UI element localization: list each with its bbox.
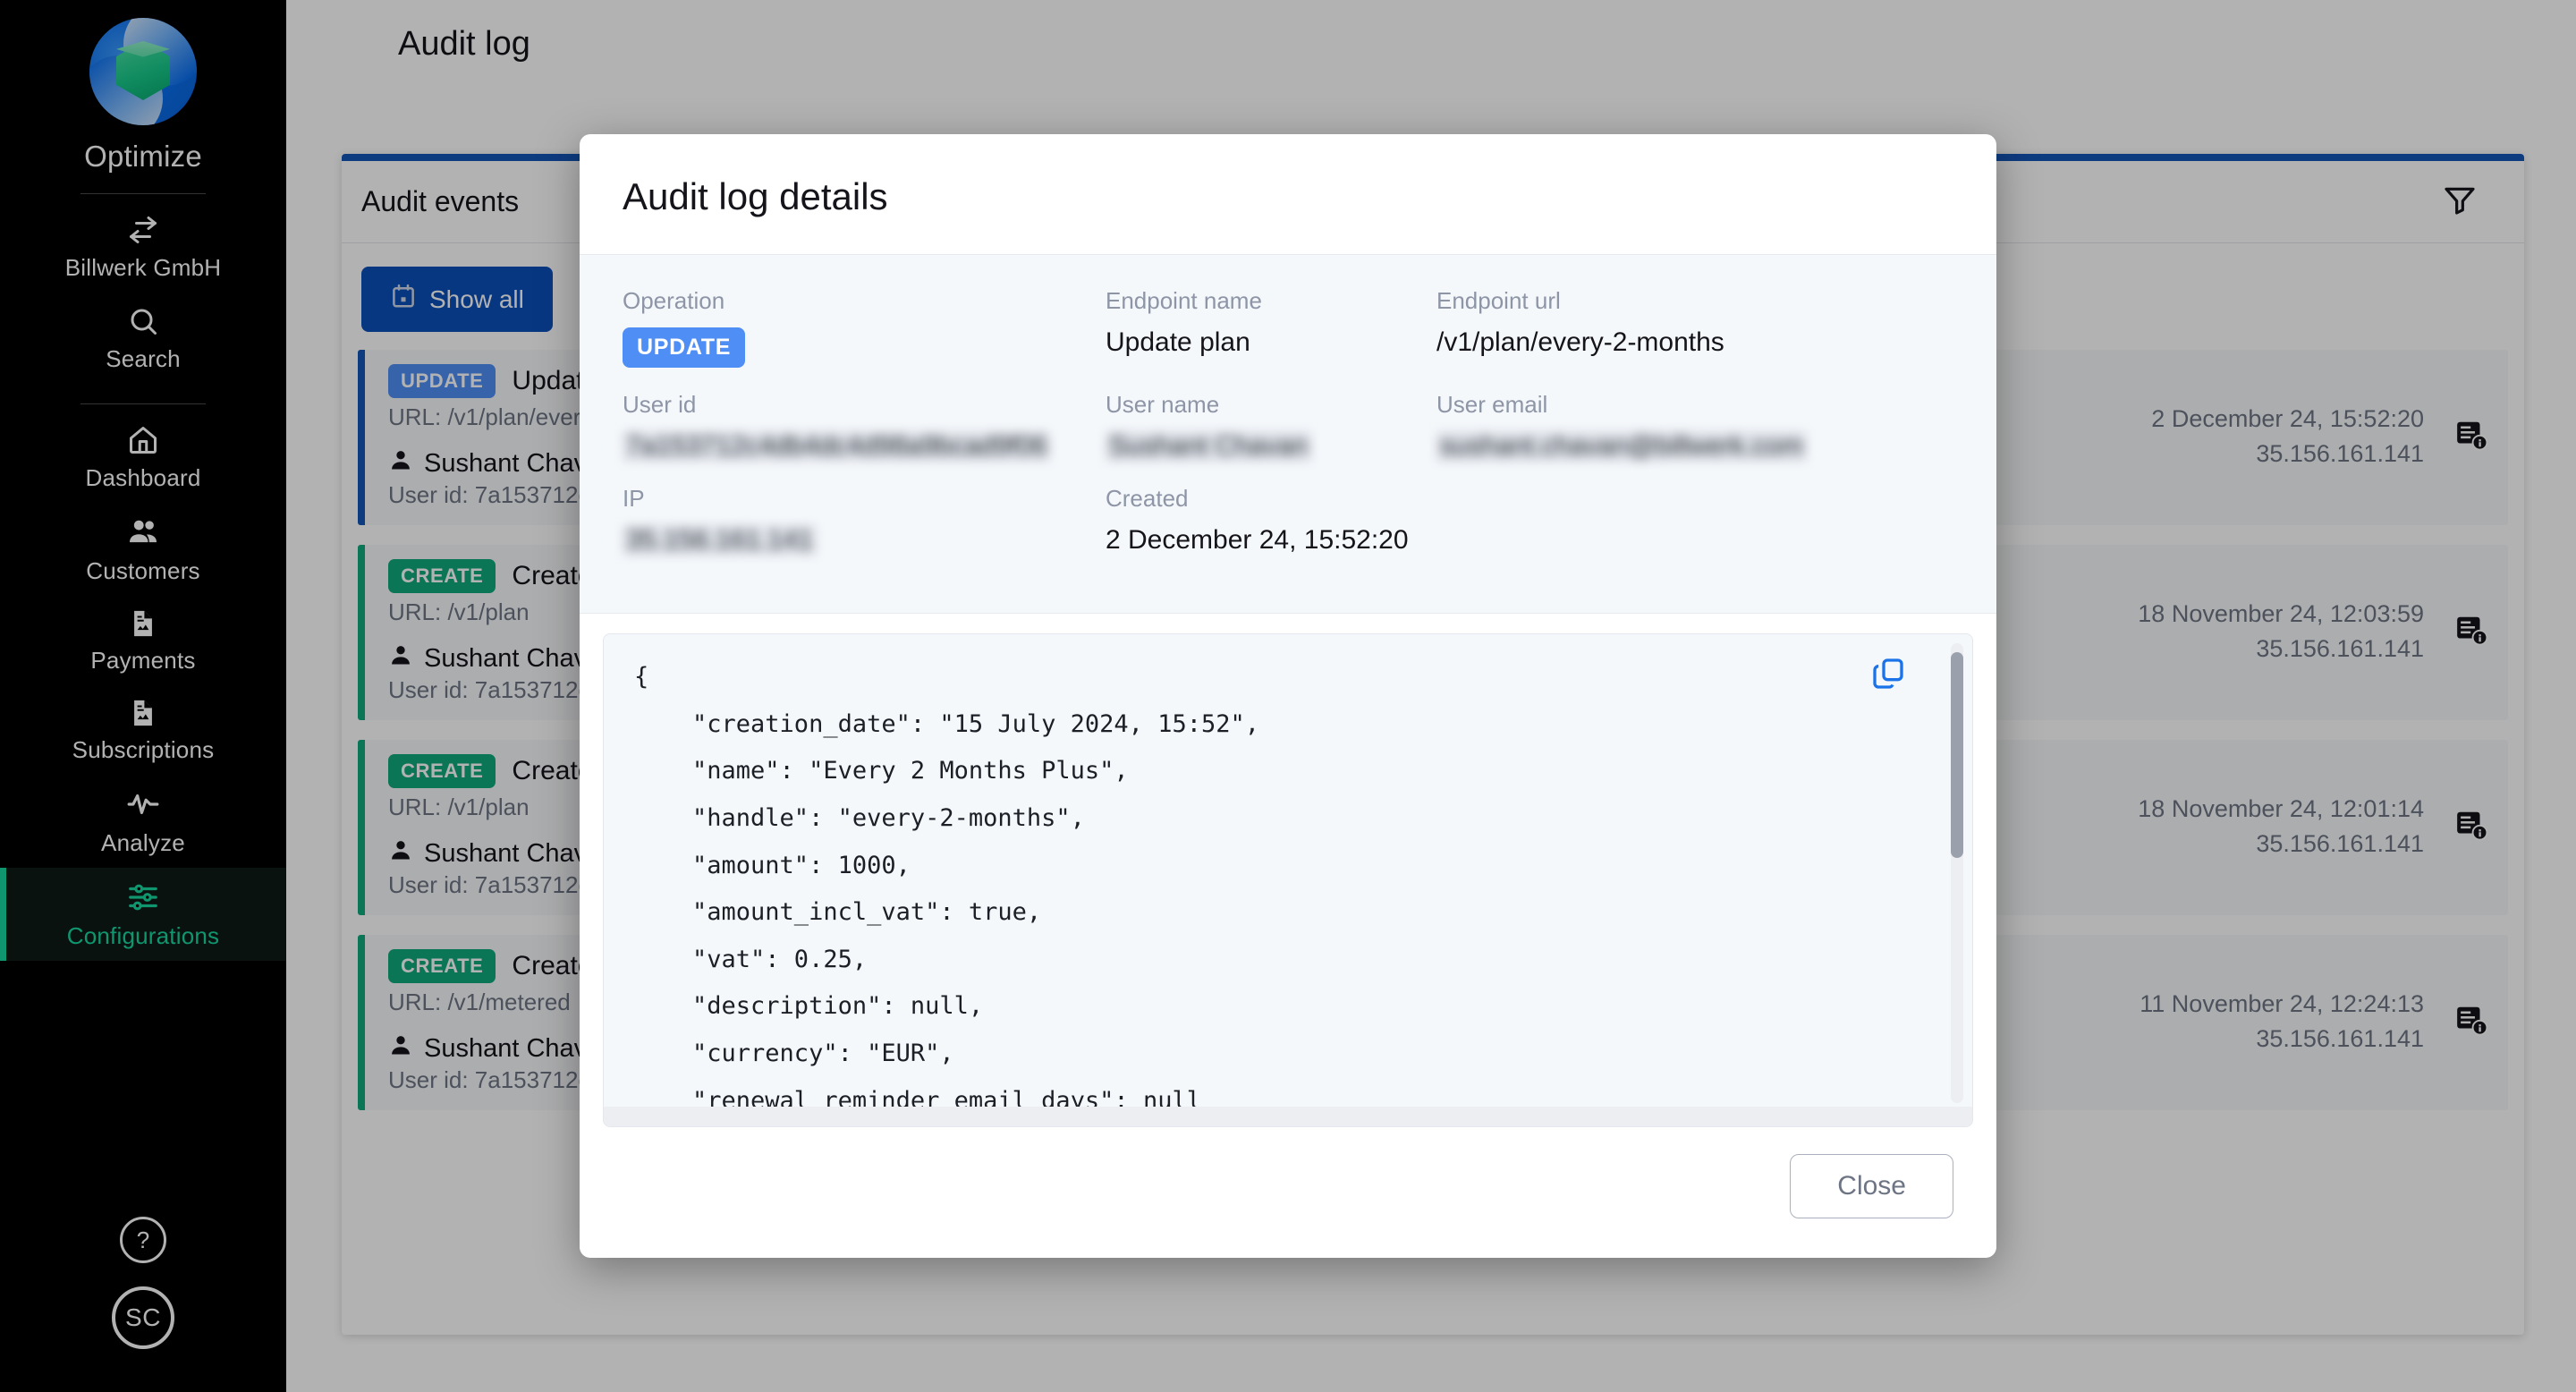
code-bottom-edge	[604, 1107, 1972, 1126]
field-label: IP	[623, 485, 645, 512]
app-root: Optimize Billwerk GmbH Search Dashboard	[0, 0, 2576, 1392]
json-payload-viewer: { "creation_date": "15 July 2024, 15:52"…	[603, 633, 1973, 1127]
field-user-email: User email sushant.chavan@billwerk.com	[1436, 391, 1953, 485]
field-label: User name	[1106, 391, 1220, 418]
field-label: Endpoint name	[1106, 287, 1262, 314]
field-empty	[1436, 485, 1953, 579]
field-created: Created 2 December 24, 15:52:20	[1106, 485, 1436, 579]
field-label: Operation	[623, 287, 725, 314]
field-user-name: User name Sushant Chavan	[1106, 391, 1436, 485]
redacted-value: sushant.chavan@billwerk.com	[1436, 431, 1807, 462]
redacted-value: 35.156.161.141	[623, 525, 817, 556]
redacted-value: 7a153712c4db4dc4d98a9bcad9f06	[623, 431, 1051, 462]
field-value: 7a153712c4db4dc4d98a9bcad9f06	[623, 431, 1106, 462]
copy-icon[interactable]	[1870, 656, 1906, 696]
modal-header: Audit log details	[580, 134, 1996, 255]
info-grid: Operation UPDATE Endpoint name Update pl…	[623, 287, 1953, 579]
field-label: Endpoint url	[1436, 287, 1561, 314]
field-value: Sushant Chavan	[1106, 431, 1436, 462]
redacted-value: Sushant Chavan	[1106, 431, 1311, 462]
field-value: 2 December 24, 15:52:20	[1106, 525, 1409, 555]
operation-badge: UPDATE	[623, 327, 746, 368]
field-endpoint-name: Endpoint name Update plan	[1106, 287, 1436, 391]
field-endpoint-url: Endpoint url /v1/plan/every-2-months	[1436, 287, 1953, 391]
modal-footer: Close	[580, 1127, 1996, 1258]
field-value: sushant.chavan@billwerk.com	[1436, 431, 1953, 462]
json-code: { "creation_date": "15 July 2024, 15:52"…	[634, 663, 1259, 1115]
field-value: /v1/plan/every-2-months	[1436, 327, 1724, 357]
modal-info-section: Operation UPDATE Endpoint name Update pl…	[580, 255, 1996, 614]
field-label: User email	[1436, 391, 1548, 418]
modal-title: Audit log details	[623, 175, 888, 217]
field-value: 35.156.161.141	[623, 525, 1106, 556]
close-button[interactable]: Close	[1790, 1154, 1953, 1218]
field-label: Created	[1106, 485, 1189, 512]
field-ip: IP 35.156.161.141	[623, 485, 1106, 579]
code-scroll-area[interactable]: { "creation_date": "15 July 2024, 15:52"…	[604, 634, 1972, 1126]
audit-log-details-modal: Audit log details Operation UPDATE Endpo…	[580, 134, 1996, 1258]
code-scrollbar-thumb[interactable]	[1951, 652, 1963, 858]
field-label: User id	[623, 391, 697, 418]
field-operation: Operation UPDATE	[623, 287, 1106, 391]
field-value: Update plan	[1106, 327, 1250, 357]
field-user-id: User id 7a153712c4db4dc4d98a9bcad9f06	[623, 391, 1106, 485]
